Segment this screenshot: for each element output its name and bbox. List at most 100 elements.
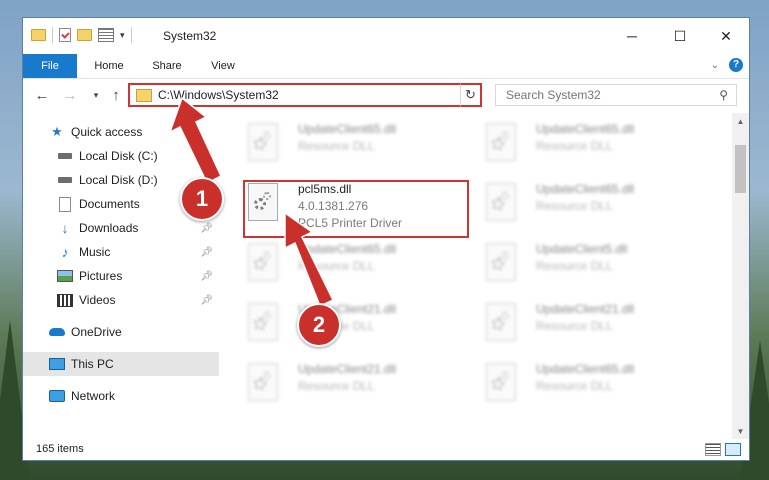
window-title: System32 [163,29,217,43]
folder-icon [31,29,46,41]
up-arrow-icon[interactable]: ↑ [105,84,127,106]
file-list: UpdateClient65.dll Resource DLL pcl5ms.d… [220,113,734,445]
sidebar-item-local-disk-c[interactable]: Local Disk (C:) 📌︎ [23,144,219,168]
file-type: Resource DLL [536,379,613,393]
pin-icon[interactable]: 📌︎ [200,223,213,234]
properties-check-icon[interactable] [59,28,71,42]
sidebar-item-music[interactable]: ♪ Music 📌︎ [23,240,219,264]
tab-file[interactable]: File [23,54,77,78]
sidebar-item-network[interactable]: Network [23,384,219,408]
dll-file-icon [248,123,278,161]
search-icon[interactable]: ⚲ [719,88,728,102]
sidebar-item-label: Network [71,389,116,403]
address-path[interactable]: C:\Windows\System32 [158,88,464,102]
file-type: Resource DLL [298,259,375,273]
tab-share[interactable]: Share [143,54,191,78]
properties-icon[interactable] [98,28,114,42]
file-item[interactable]: UpdateClient5.dll Resource DLL [458,237,688,293]
status-bar: 165 items [23,438,749,460]
help-icon[interactable]: ? [729,58,743,72]
file-type: Resource DLL [536,259,613,273]
scrollbar-thumb[interactable] [735,145,746,193]
file-type: Resource DLL [536,199,613,213]
scroll-down-icon[interactable]: ▼ [732,425,749,439]
dll-file-icon [486,183,516,221]
step-2-badge: 2 [297,303,341,347]
document-icon [57,196,73,212]
sidebar-item-label: Local Disk (D:) [79,173,158,187]
sidebar-item-videos[interactable]: Videos 📌︎ [23,288,219,312]
drive-icon [57,173,73,187]
expand-ribbon-chevron-icon[interactable]: ⌄ [711,60,719,71]
file-item[interactable]: UpdateClient65.dll Resource DLL [220,237,450,293]
file-type: Resource DLL [298,139,375,153]
back-arrow-icon[interactable]: ← [31,84,53,106]
search-input[interactable] [504,87,708,103]
folder-icon [136,88,152,102]
dll-file-icon [486,123,516,161]
close-button[interactable]: ✕ [703,24,749,48]
item-count: 165 items [36,443,84,455]
title-bar: ▾ System32 ─ ☐ ✕ [23,18,749,54]
sidebar-item-onedrive[interactable]: OneDrive [23,320,219,344]
customize-toolbar-chevron-icon[interactable]: ▾ [120,30,125,41]
file-name: UpdateClient65.dll [298,122,397,136]
download-arrow-icon: ↓ [61,220,69,236]
sidebar-item-label: Local Disk (C:) [79,149,158,163]
dll-file-icon [248,243,278,281]
pin-icon[interactable]: 📌︎ [200,247,213,258]
file-type: Resource DLL [536,319,613,333]
sidebar-item-quick-access[interactable]: ★ Quick access [23,120,219,144]
step-1-badge: 1 [180,177,224,221]
vertical-scrollbar[interactable]: ▲ ▼ [732,113,749,439]
pin-icon[interactable]: 📌︎ [200,151,213,162]
sidebar-item-label: Quick access [71,125,143,139]
file-item[interactable]: UpdateClient65.dll Resource DLL [220,117,450,173]
tiles-view-icon[interactable] [725,443,741,456]
pin-icon[interactable]: 📌︎ [200,295,213,306]
tab-home[interactable]: Home [85,54,133,78]
file-item[interactable]: UpdateClient65.dll Resource DLL [458,117,688,173]
file-name: UpdateClient65.dll [536,182,635,196]
dll-file-icon [486,243,516,281]
file-name: UpdateClient21.dll [298,362,397,376]
tab-view[interactable]: View [199,54,247,78]
film-icon [57,293,73,307]
address-bar[interactable]: C:\Windows\System32 ⌄ [128,83,480,107]
recent-locations-chevron-icon[interactable]: ▾ [85,84,107,106]
sidebar-item-downloads[interactable]: ↓ Downloads 📌︎ [23,216,219,240]
file-explorer-window: ▾ System32 ─ ☐ ✕ File Home Share View ⌄ … [22,17,750,461]
scroll-up-icon[interactable]: ▲ [732,115,749,129]
sidebar-item-label: OneDrive [71,325,122,339]
file-item[interactable]: UpdateClient65.dll Resource DLL [458,357,688,413]
refresh-icon[interactable]: ↻ [460,83,482,107]
network-icon [49,389,65,403]
dll-file-icon [486,303,516,341]
details-view-icon[interactable] [705,443,721,456]
dll-file-icon [248,303,278,341]
sidebar-item-label: This PC [71,357,114,371]
file-type: Resource DLL [298,379,375,393]
new-folder-icon[interactable] [77,29,92,41]
toolbar-separator [52,27,53,43]
maximize-button[interactable]: ☐ [657,24,703,48]
file-name: UpdateClient65.dll [536,122,635,136]
file-name: UpdateClient21.dll [536,302,635,316]
file-item[interactable]: UpdateClient65.dll Resource DLL [458,177,688,233]
sidebar-item-this-pc[interactable]: This PC [23,352,219,376]
sidebar-item-pictures[interactable]: Pictures 📌︎ [23,264,219,288]
sidebar-item-label: Downloads [79,221,139,235]
pin-icon[interactable]: 📌︎ [200,271,213,282]
file-name: UpdateClient5.dll [536,242,628,256]
file-item[interactable]: UpdateClient21.dll Resource DLL [458,297,688,353]
forward-arrow-icon[interactable]: → [59,84,81,106]
file-name: UpdateClient65.dll [536,362,635,376]
cloud-icon [49,325,65,339]
file-item[interactable]: UpdateClient21.dll Resource DLL [220,357,450,413]
minimize-button[interactable]: ─ [609,24,655,48]
drive-icon [57,149,73,163]
music-note-icon: ♪ [61,244,69,260]
sidebar-item-label: Documents [79,197,140,211]
file-highlight-box [243,180,469,238]
search-box[interactable]: ⚲ [495,84,737,106]
